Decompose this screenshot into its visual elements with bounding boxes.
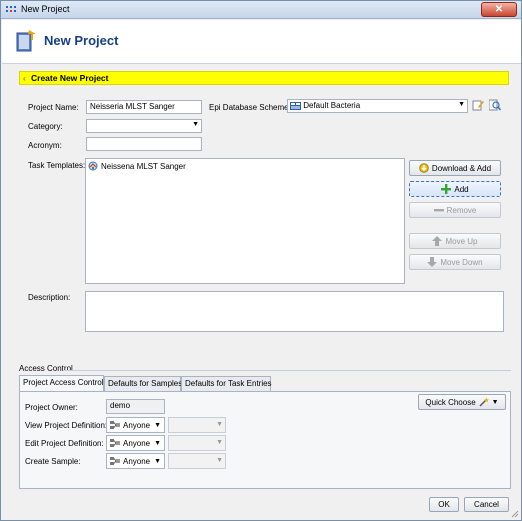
chevron-down-icon: ▼ — [491, 398, 499, 406]
create-sample-label: Create Sample: — [25, 457, 81, 466]
download-icon — [419, 163, 429, 173]
edit-definition-detail-select[interactable]: ▼ — [168, 435, 226, 451]
create-sample-detail-select[interactable]: ▼ — [168, 453, 226, 469]
dialog-title: New Project — [44, 33, 119, 48]
edit-scheme-icon[interactable] — [472, 99, 484, 111]
tab-label: Defaults for Samples — [108, 379, 183, 388]
create-sample-select[interactable]: Anyone ▼ — [106, 453, 165, 469]
add-button[interactable]: Add — [409, 181, 501, 197]
edit-definition-value: Anyone — [123, 438, 151, 448]
access-control-panel: Quick Choose ▼ Project Owner: demo View … — [19, 391, 511, 489]
project-book-icon — [16, 30, 36, 52]
close-button[interactable]: ✕ — [481, 2, 517, 17]
task-template-icon — [88, 161, 98, 171]
project-owner-label: Project Owner: — [25, 403, 78, 412]
create-sample-value: Anyone — [123, 456, 151, 466]
chevron-down-icon: ▼ — [216, 439, 223, 446]
window-title: New Project — [21, 4, 70, 14]
section-banner[interactable]: ‹ Create New Project — [19, 71, 509, 85]
chevron-down-icon: ▼ — [154, 457, 161, 465]
acronym-field[interactable] — [86, 137, 202, 151]
download-add-button[interactable]: Download & Add — [409, 160, 501, 176]
remove-label: Remove — [446, 205, 477, 215]
remove-button[interactable]: Remove — [409, 202, 501, 218]
epi-scheme-value: Default Bacteria — [303, 101, 361, 110]
category-select[interactable]: ▼ — [86, 119, 202, 133]
task-template-label: Neissena MLST Sanger — [101, 161, 186, 171]
plus-icon — [441, 184, 452, 194]
ok-label: OK — [438, 500, 450, 509]
download-add-label: Download & Add — [431, 163, 492, 173]
arrow-up-icon — [432, 236, 443, 246]
section-banner-label: Create New Project — [31, 73, 109, 83]
quick-choose-label: Quick Choose — [425, 397, 476, 407]
resize-grip-icon[interactable] — [511, 510, 519, 518]
chevron-down-icon: ▼ — [458, 101, 465, 108]
view-definition-detail-select[interactable]: ▼ — [168, 417, 226, 433]
project-name-value: Neisseria MLST Sanger — [90, 102, 175, 111]
chevron-down-icon: ▼ — [154, 421, 161, 429]
view-definition-select[interactable]: Anyone ▼ — [106, 417, 165, 433]
task-templates-list[interactable]: Neissena MLST Sanger — [85, 158, 405, 284]
chevron-down-icon: ▼ — [216, 457, 223, 464]
section-divider — [63, 370, 511, 371]
move-up-button[interactable]: Move Up — [409, 233, 501, 249]
app-icon — [6, 6, 16, 12]
title-bar[interactable]: New Project ✕ — [1, 1, 521, 19]
edit-definition-label: Edit Project Definition: — [25, 439, 104, 448]
cancel-label: Cancel — [474, 500, 499, 509]
add-label: Add — [454, 184, 469, 194]
group-icon — [110, 439, 120, 447]
chevron-down-icon: ▼ — [192, 121, 199, 128]
move-down-button[interactable]: Move Down — [409, 254, 501, 270]
search-scheme-icon[interactable] — [489, 99, 501, 111]
tab-label: Defaults for Task Entries — [185, 379, 272, 388]
access-control-heading: Access Control — [19, 364, 73, 373]
arrow-down-icon — [427, 257, 438, 267]
move-up-label: Move Up — [445, 236, 478, 246]
edit-definition-select[interactable]: Anyone ▼ — [106, 435, 165, 451]
group-icon — [110, 457, 120, 465]
project-owner-field: demo — [106, 399, 165, 414]
move-down-label: Move Down — [440, 257, 483, 267]
ok-button[interactable]: OK — [429, 497, 459, 512]
project-owner-value: demo — [110, 401, 131, 410]
view-definition-value: Anyone — [123, 420, 151, 430]
tab-label: Project Access Control — [23, 378, 104, 387]
epi-scheme-select[interactable]: Default Bacteria ▼ — [287, 99, 468, 113]
database-scheme-icon — [290, 101, 301, 110]
chevron-down-icon: ▼ — [216, 421, 223, 428]
cancel-button[interactable]: Cancel — [464, 497, 509, 512]
description-field[interactable] — [85, 291, 504, 332]
tab-defaults-task-entries[interactable]: Defaults for Task Entries — [181, 376, 272, 391]
new-project-window: New Project ✕ New Project ‹ Create New P… — [0, 0, 522, 521]
task-templates-label: Task Templates: — [28, 161, 86, 170]
project-name-field[interactable]: Neisseria MLST Sanger — [86, 100, 202, 114]
acronym-label: Acronym: — [28, 141, 62, 150]
quick-choose-button[interactable]: Quick Choose ▼ — [418, 394, 506, 410]
tab-defaults-samples[interactable]: Defaults for Samples — [104, 376, 183, 391]
description-label: Description: — [28, 293, 71, 302]
collapse-chevron-icon: ‹ — [23, 74, 26, 83]
tab-project-access-control[interactable]: Project Access Control — [19, 375, 104, 392]
group-icon — [110, 421, 120, 429]
view-definition-label: View Project Definition: — [25, 421, 108, 430]
list-item[interactable]: Neissena MLST Sanger — [88, 161, 186, 171]
project-name-label: Project Name: — [28, 103, 79, 112]
dialog-header: New Project — [2, 20, 521, 64]
wand-icon — [479, 397, 489, 407]
chevron-down-icon: ▼ — [154, 439, 161, 447]
close-icon: ✕ — [494, 4, 504, 15]
epi-scheme-label: Epi Database Scheme: — [209, 103, 291, 112]
category-label: Category: — [28, 122, 63, 131]
minus-icon — [433, 209, 444, 212]
